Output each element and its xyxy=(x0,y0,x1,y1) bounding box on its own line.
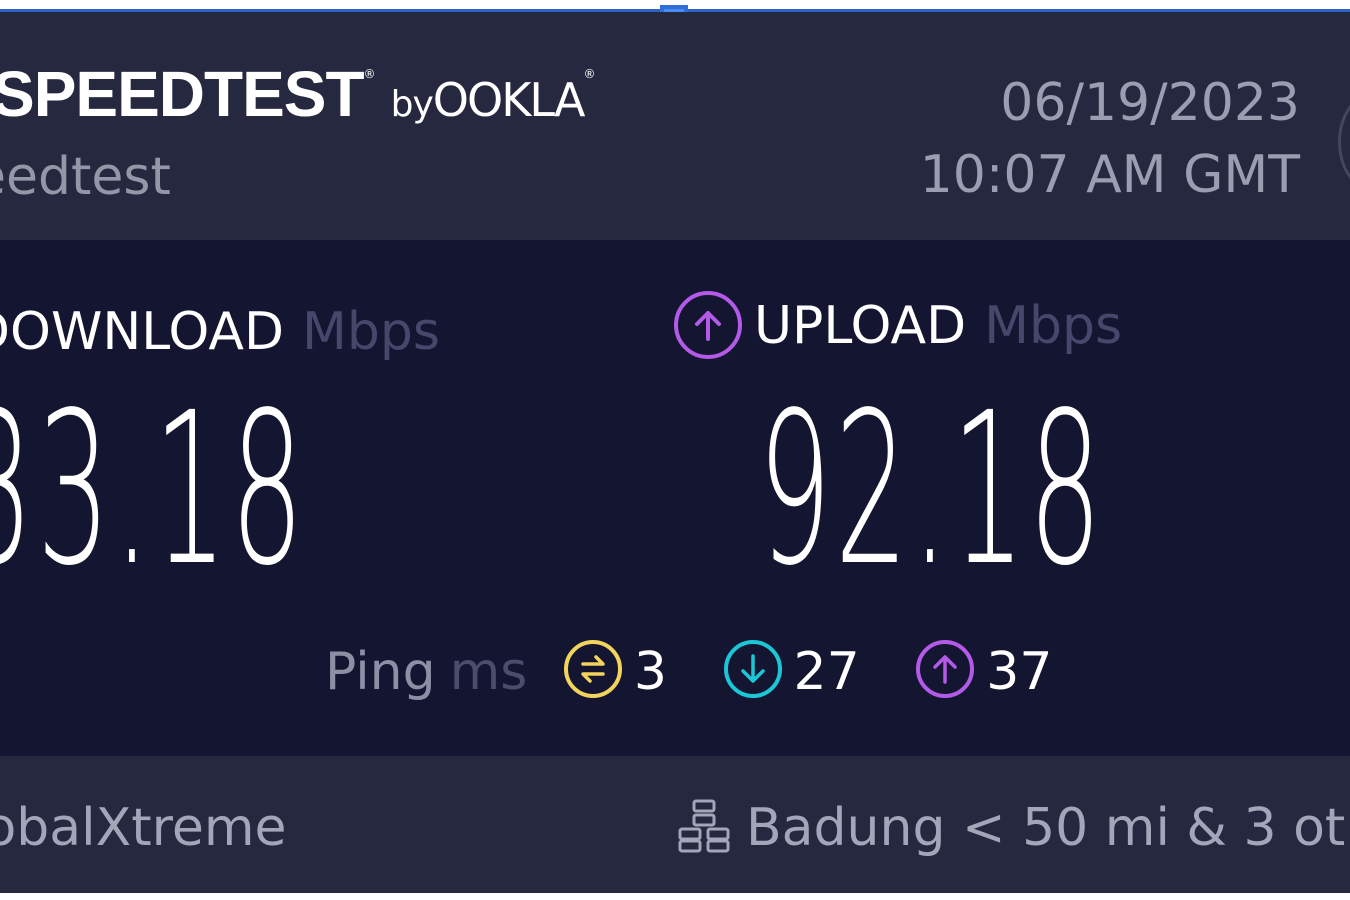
arrow-down-circle-icon xyxy=(723,640,782,698)
exchange-circle-icon xyxy=(563,640,622,698)
speedtest-result-card: SPEEDTEST® byOOKLA® eedtest 06/19/2023 1… xyxy=(0,0,1350,893)
ping-idle-value: 3 xyxy=(633,642,668,702)
share-button-edge[interactable] xyxy=(1338,94,1350,190)
brand-subtitle: eedtest xyxy=(0,147,171,207)
server-location: Badung < 50 mi & 3 oth xyxy=(746,798,1350,858)
brand-name: SPEEDTEST xyxy=(0,58,365,130)
server-stack-icon xyxy=(676,797,732,853)
ping-download-value: 27 xyxy=(793,642,860,702)
ping-idle: 3 xyxy=(563,640,668,704)
upload-label: UPLOAD xyxy=(754,296,967,356)
arrow-up-circle-icon xyxy=(674,291,742,359)
results-panel: DOWNLOAD Mbps 33.18 UPLOAD Mbps 92.18 Ping… xyxy=(0,240,1350,756)
speedtest-logo: SPEEDTEST® byOOKLA® xyxy=(0,57,596,131)
download-unit: Mbps xyxy=(302,302,441,362)
brand-by: by xyxy=(390,84,434,125)
result-time: 10:07 AM GMT xyxy=(919,145,1300,205)
result-timestamp: 06/19/2023 10:07 AM GMT xyxy=(920,67,1300,211)
server-info[interactable]: Badung < 50 mi & 3 oth xyxy=(676,798,1350,859)
ping-label: Ping xyxy=(325,642,436,702)
brand-company: OOKLA xyxy=(432,73,586,127)
ping-upload-value: 37 xyxy=(986,642,1053,702)
download-value: 33.18 xyxy=(0,367,308,612)
upload-heading: UPLOAD Mbps xyxy=(674,291,1123,363)
ping-upload: 37 xyxy=(916,640,1053,704)
isp-name: lobalXtreme xyxy=(0,798,287,858)
download-heading: DOWNLOAD Mbps xyxy=(0,302,440,362)
ping-row: Ping ms 3 27 37 xyxy=(325,640,1053,712)
result-date: 06/19/2023 xyxy=(1000,73,1300,133)
upload-value: 92.18 xyxy=(758,367,1106,612)
ping-download: 27 xyxy=(723,640,860,704)
result-header: SPEEDTEST® byOOKLA® eedtest 06/19/2023 1… xyxy=(0,12,1350,240)
upload-unit: Mbps xyxy=(984,296,1123,356)
arrow-up-circle-icon xyxy=(916,640,975,698)
trademark-mark-2: ® xyxy=(583,67,596,81)
download-label: DOWNLOAD xyxy=(0,302,285,362)
trademark-mark: ® xyxy=(363,67,376,81)
ping-unit: ms xyxy=(449,642,528,702)
result-footer: lobalXtreme Badung < 50 mi & 3 oth xyxy=(0,756,1350,893)
